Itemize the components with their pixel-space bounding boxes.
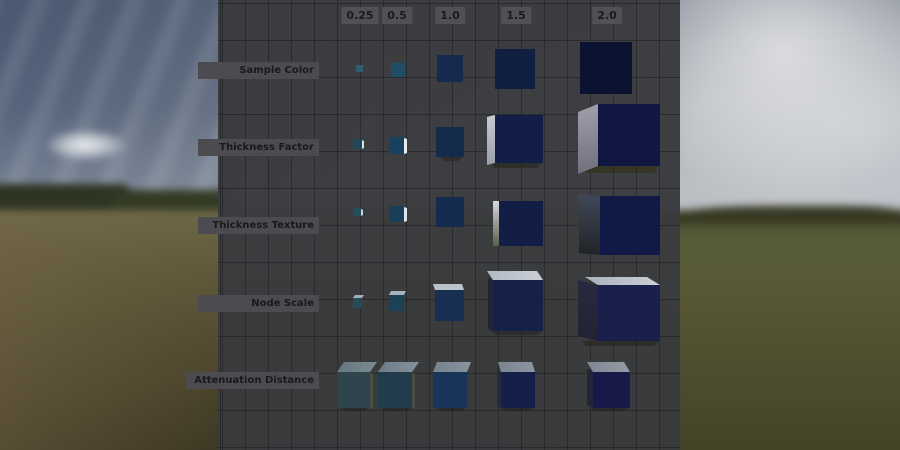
row-label-thickness-texture: Thickness Texture — [198, 217, 319, 234]
column-header-0-5: 0.5 — [382, 7, 412, 24]
row-label-thickness-factor: Thickness Factor — [198, 139, 319, 156]
green-field-strip — [655, 224, 900, 270]
column-header-1-0: 1.0 — [435, 7, 465, 24]
render-viewport: 0.25 0.5 1.0 1.5 2.0 Sample Color Thickn… — [0, 0, 900, 450]
row-label-attenuation-distance: Attenuation Distance — [186, 372, 319, 389]
white-cloud — [46, 130, 126, 160]
column-header-2-0: 2.0 — [592, 7, 622, 24]
column-header-1-5: 1.5 — [501, 7, 531, 24]
row-label-node-scale: Node Scale — [198, 295, 319, 312]
row-label-sample-color: Sample Color — [198, 62, 319, 79]
column-header-0-25: 0.25 — [341, 7, 378, 24]
